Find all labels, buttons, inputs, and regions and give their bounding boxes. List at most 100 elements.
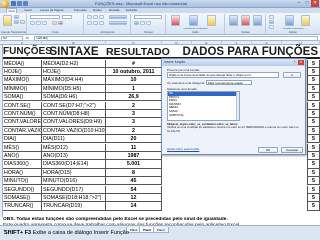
function-cell[interactable]: SOMA() bbox=[3, 93, 42, 102]
number-format-select[interactable] bbox=[134, 15, 162, 19]
syntax-cell[interactable]: MÍNIMO(D5:H5) bbox=[42, 84, 106, 94]
data-cell[interactable]: 5 bbox=[307, 193, 320, 203]
data-cell[interactable]: 5 bbox=[307, 118, 320, 127]
percent-icon[interactable] bbox=[140, 21, 145, 25]
minimize-button[interactable]: – bbox=[295, 0, 303, 7]
result-cell[interactable]: 5.001 bbox=[106, 160, 162, 169]
merge-center-icon[interactable] bbox=[109, 21, 127, 25]
result-cell[interactable]: 2 bbox=[106, 126, 162, 136]
align-right-icon[interactable] bbox=[99, 21, 104, 25]
data-cell[interactable]: 5 bbox=[307, 93, 320, 102]
result-cell[interactable]: 8 bbox=[106, 168, 162, 178]
format-cells-icon[interactable] bbox=[253, 15, 262, 26]
help-link[interactable]: Ajuda sobre esta função bbox=[167, 147, 199, 151]
font-name-select[interactable] bbox=[30, 15, 60, 19]
font-color-icon[interactable] bbox=[58, 21, 63, 25]
format-painter-icon[interactable] bbox=[20, 20, 25, 24]
function-cell[interactable]: HOJE() bbox=[3, 67, 42, 77]
data-cell[interactable]: 5 bbox=[307, 177, 320, 186]
function-cell[interactable]: CONT.SE() bbox=[3, 101, 42, 110]
result-cell[interactable]: 54 bbox=[106, 185, 162, 194]
function-cell[interactable]: CONTAR.VAZIO() bbox=[3, 126, 42, 136]
align-bottom-icon[interactable] bbox=[99, 15, 104, 19]
data-cell[interactable]: 5 bbox=[307, 160, 320, 169]
result-cell[interactable]: 10 bbox=[106, 76, 162, 85]
syntax-cell[interactable]: MÊS(D12) bbox=[42, 143, 106, 152]
data-cell[interactable]: 5 bbox=[307, 202, 320, 211]
sheet-tab-plan3[interactable]: Plan3 bbox=[153, 227, 169, 233]
data-cell[interactable]: 5 bbox=[307, 101, 320, 110]
result-cell[interactable]: 3 bbox=[106, 118, 162, 127]
align-top-icon[interactable] bbox=[87, 15, 92, 19]
currency-icon[interactable] bbox=[134, 21, 139, 25]
align-middle-icon[interactable] bbox=[93, 15, 98, 19]
syntax-cell[interactable]: CONTAR.VAZIO(D10:H10) bbox=[42, 126, 106, 136]
function-cell[interactable]: MÁXIMO() bbox=[3, 76, 42, 85]
ok-button[interactable]: OK bbox=[258, 147, 278, 153]
function-cell[interactable]: TRUNCAR() bbox=[3, 202, 42, 211]
function-search-input[interactable]: Digite uma breve descrição do que deseja… bbox=[167, 72, 279, 78]
syntax-cell[interactable]: MINUTO(D16) bbox=[42, 177, 106, 186]
result-cell[interactable]: 11 bbox=[106, 143, 162, 152]
syntax-cell[interactable]: CONT.SE(D7:H7;">2") bbox=[42, 101, 106, 110]
syntax-cell[interactable]: TRUNCAR(D19) bbox=[42, 202, 106, 211]
list-scrollbar[interactable] bbox=[236, 92, 239, 120]
function-cell[interactable]: DIA() bbox=[3, 135, 42, 144]
result-cell[interactable]: 10 outubro, 2011 bbox=[106, 67, 162, 77]
syntax-cell[interactable]: DIAS360(D14;E14) bbox=[42, 160, 106, 169]
align-left-icon[interactable] bbox=[87, 21, 92, 25]
data-cell[interactable]: 5 bbox=[307, 109, 320, 119]
data-cell[interactable]: 5 bbox=[307, 151, 320, 161]
function-cell[interactable]: CONT.NÚM() bbox=[3, 109, 42, 119]
paste-icon[interactable] bbox=[3, 15, 12, 26]
category-select[interactable]: Mais recentemente usada bbox=[206, 80, 252, 85]
cancel-button[interactable]: Cancelar bbox=[281, 147, 303, 153]
font-size-select[interactable] bbox=[62, 15, 72, 19]
syntax-cell[interactable]: HORA(D15) bbox=[42, 168, 106, 178]
function-cell[interactable]: HORA() bbox=[3, 168, 42, 178]
conditional-format-icon[interactable] bbox=[171, 15, 180, 26]
data-cell[interactable]: 5 bbox=[307, 143, 320, 152]
result-cell[interactable]: 45 bbox=[106, 177, 162, 186]
delete-cells-icon[interactable] bbox=[241, 15, 250, 26]
wrap-text-icon[interactable] bbox=[109, 15, 127, 19]
sort-filter-icon[interactable] bbox=[285, 15, 294, 26]
syntax-cell[interactable]: MÁXIMO(D4:H4) bbox=[42, 76, 106, 85]
syntax-cell[interactable]: HOJE() bbox=[42, 67, 106, 77]
redo-icon[interactable] bbox=[23, 1, 28, 6]
italic-icon[interactable] bbox=[36, 21, 41, 25]
cut-icon[interactable] bbox=[14, 15, 19, 19]
cell-styles-icon[interactable] bbox=[207, 15, 216, 26]
format-table-icon[interactable] bbox=[189, 15, 198, 26]
result-cell[interactable]: 20 bbox=[106, 135, 162, 144]
function-cell[interactable]: MÍNIMO() bbox=[3, 84, 42, 94]
syntax-cell[interactable]: CONT.VALORES(D9:H9) bbox=[42, 118, 106, 127]
syntax-cell[interactable]: SEGUNDO(D17) bbox=[42, 185, 106, 194]
result-cell[interactable]: 2 bbox=[106, 101, 162, 110]
data-cell[interactable]: 5 bbox=[307, 76, 320, 85]
save-icon[interactable] bbox=[11, 1, 16, 6]
function-cell[interactable]: DIAS360() bbox=[3, 160, 42, 169]
align-center-icon[interactable] bbox=[93, 21, 98, 25]
help-icon[interactable]: ? bbox=[292, 60, 297, 65]
comma-icon[interactable] bbox=[146, 21, 151, 25]
syntax-cell[interactable]: SOMASE(D18:H18;">2") bbox=[42, 193, 106, 203]
function-cell[interactable]: SOMASE() bbox=[3, 193, 42, 203]
syntax-cell[interactable]: ANO(D13) bbox=[42, 151, 106, 161]
data-cell[interactable]: 5 bbox=[307, 168, 320, 178]
result-cell[interactable]: # bbox=[106, 59, 162, 68]
dialog-close-button[interactable]: ✕ bbox=[298, 60, 304, 65]
data-cell[interactable]: 5 bbox=[307, 59, 320, 68]
bold-icon[interactable] bbox=[30, 21, 35, 25]
function-list-item[interactable]: SUBTOTAL bbox=[168, 113, 239, 118]
data-cell[interactable]: 5 bbox=[307, 126, 320, 136]
undo-icon[interactable] bbox=[17, 1, 22, 6]
fill-color-icon[interactable] bbox=[52, 21, 57, 25]
office-button[interactable] bbox=[1, 0, 9, 8]
result-cell[interactable]: 1 bbox=[106, 84, 162, 94]
underline-icon[interactable] bbox=[42, 21, 47, 25]
function-cell[interactable]: CONT.VALORES() bbox=[3, 118, 42, 127]
result-cell[interactable]: 14 bbox=[106, 202, 162, 211]
function-list[interactable]: SE PROCV PROC MÁXIMO MÉDIA SOMA SUBTOTAL bbox=[167, 91, 240, 121]
syntax-cell[interactable]: SOMA(D6:H6) bbox=[42, 93, 106, 102]
